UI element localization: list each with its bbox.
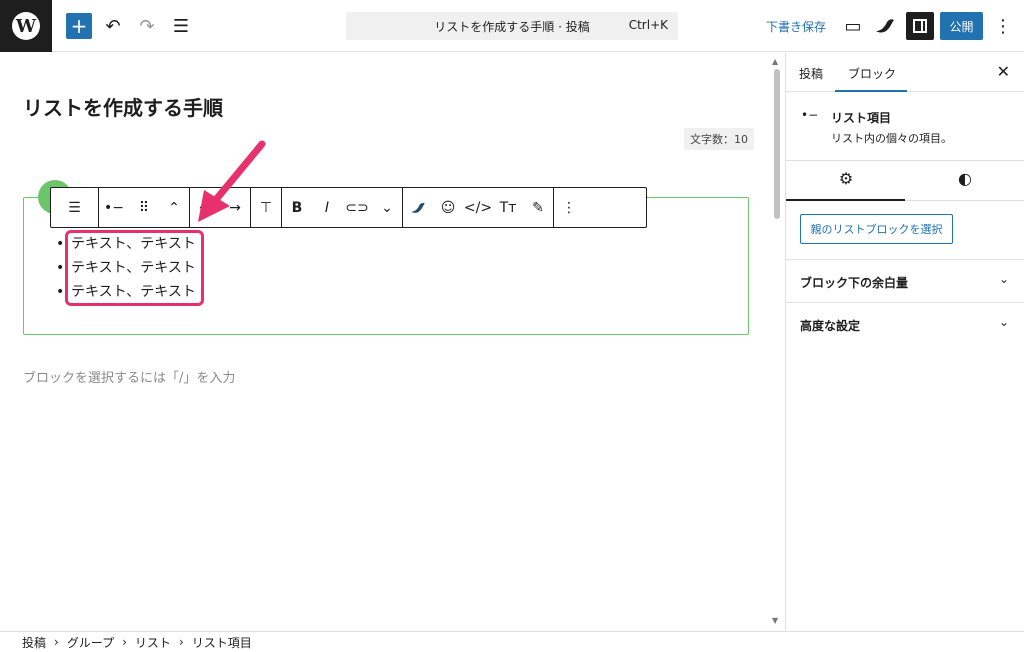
select-parent-button[interactable]: 親のリストブロックを選択 [800,214,953,244]
close-icon[interactable]: ✕ [997,62,1010,81]
redo-icon[interactable]: ↷ [134,13,160,39]
editor-canvas [0,53,785,631]
more-options-icon[interactable]: ⋮ [990,13,1016,39]
block-name: リスト項目 [831,111,892,125]
panel-block-spacing[interactable]: ブロック下の余白量 ⌄ [786,259,1024,302]
block-options-icon[interactable]: ⋮ [554,188,584,227]
annotation-highlight-box [65,230,204,306]
preview-laptop-icon[interactable]: ▭ [840,13,866,39]
wordpress-logo-icon[interactable]: W [0,0,52,52]
active-subtab-indicator [786,199,905,201]
drag-handle-icon[interactable]: ⠿ [129,188,159,227]
chevron-down-icon: ⌄ [998,315,1009,329]
undo-icon[interactable]: ↶ [100,13,126,39]
breadcrumb-item[interactable]: リスト項目 [192,634,252,651]
gear-icon[interactable]: ⚙ [786,169,906,188]
block-placeholder[interactable]: ブロックを選択するには「/」を入力 [23,367,235,386]
breadcrumb-item[interactable]: リスト [135,634,171,651]
chevron-right-icon: › [178,635,184,649]
command-palette-bar[interactable]: リストを作成する手順 · 投稿 Ctrl+K [346,12,678,40]
list-item-icon: •− [801,108,819,122]
block-description: リスト内の個々の項目。 [831,132,952,145]
text-size-icon[interactable]: Tт [493,188,523,227]
breadcrumb: 投稿 › グループ › リスト › リスト項目 [0,631,1024,652]
scroll-down-icon[interactable]: ▼ [772,616,778,625]
list-item-icon[interactable]: •− [99,188,129,227]
settings-style-tabs: ⚙ ◐ [786,161,1024,201]
breadcrumb-item[interactable]: グループ [67,634,114,651]
scroll-up-icon[interactable]: ▲ [772,57,778,66]
document-overview-icon[interactable]: ☰ [168,13,194,39]
emoji-icon[interactable]: ☺ [433,188,463,227]
italic-icon[interactable]: I [312,188,342,227]
word-count-badge: 文字数：10 [684,128,754,150]
panel-advanced[interactable]: 高度な設定 ⌄ [786,302,1024,345]
chevron-down-icon[interactable]: ⌄ [372,188,402,227]
tab-post[interactable]: 投稿 [799,65,823,82]
chevron-right-icon: › [54,635,59,649]
settings-sidebar-toggle-icon[interactable] [906,12,934,40]
move-up-down-icon[interactable]: ⌃ [159,188,189,227]
block-toolbar: ☰ •− ⠿ ⌃ ← → ⊤ B I ⊂⊃ ⌄ ☺ </> Tт ✎ ⋮ [50,187,647,228]
post-title[interactable]: リストを作成する手順 [23,92,223,121]
code-icon[interactable]: </> [463,188,493,227]
top-toolbar: W + ↶ ↷ ☰ リストを作成する手順 · 投稿 Ctrl+K 下書き保存 ▭… [0,0,1024,52]
save-draft-button[interactable]: 下書き保存 [766,18,826,35]
chevron-down-icon: ⌄ [998,272,1009,286]
parent-list-icon[interactable]: ☰ [60,188,90,227]
panel-label: ブロック下の余白量 [800,276,909,290]
link-icon[interactable]: ⊂⊃ [342,188,372,227]
editor-scrollbar[interactable]: ▲ ▼ [770,53,784,631]
highlight-pen-icon[interactable]: ✎ [523,188,553,227]
settings-sidebar: 投稿 ブロック ✕ •− リスト項目 リスト内の個々の項目。 ⚙ ◐ 親のリスト… [785,53,1024,631]
breadcrumb-item[interactable]: 投稿 [22,634,46,651]
plugin-leaf-icon[interactable] [403,188,433,227]
chevron-right-icon: › [122,635,127,649]
panel-label: 高度な設定 [800,319,861,333]
annotation-arrow-icon [198,140,266,222]
bold-icon[interactable]: B [282,188,312,227]
publish-button[interactable]: 公開 [940,12,983,40]
add-block-button[interactable]: + [66,13,92,39]
scroll-thumb[interactable] [774,69,780,219]
styles-contrast-icon[interactable]: ◐ [905,169,1024,188]
tab-block[interactable]: ブロック [848,65,896,82]
shortcut-hint: Ctrl+K [628,18,668,32]
block-card: •− リスト項目 リスト内の個々の項目。 [786,92,1024,161]
plugin-leaf-icon[interactable] [872,13,898,39]
